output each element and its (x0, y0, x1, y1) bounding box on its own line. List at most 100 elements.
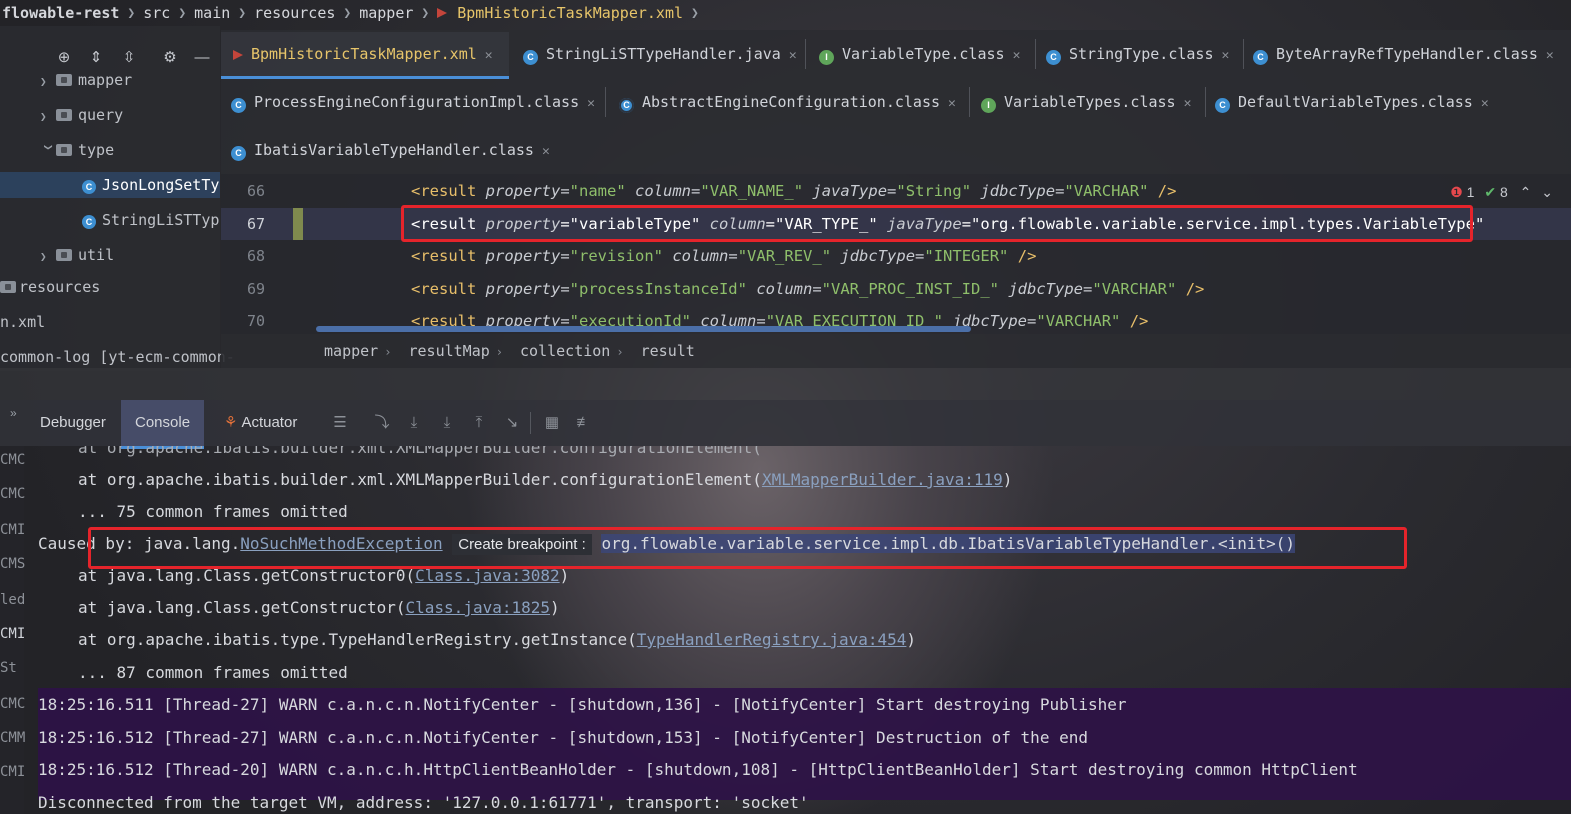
tab-variabletypes[interactable]: I VariableTypes.class ✕ (971, 80, 1191, 124)
evaluate-expression-icon[interactable]: ▦ (542, 413, 562, 433)
breadcrumb-resources[interactable]: resources (252, 4, 337, 22)
actuator-icon: ⚘ (224, 414, 238, 431)
chevron-right-icon[interactable]: ❯ (40, 104, 56, 130)
vcs-change-marker (293, 208, 303, 240)
side-item[interactable]: led (0, 592, 25, 608)
breadcrumb-file[interactable]: BpmHistoricTaskMapper.xml (455, 4, 685, 22)
side-item[interactable]: CMC (0, 452, 25, 468)
side-item[interactable]: CMC (0, 696, 25, 712)
side-item[interactable]: CMI (0, 764, 25, 780)
class-icon: C (523, 50, 538, 65)
tree-item-jsonlongset[interactable]: C JsonLongSetTy (82, 172, 219, 198)
breadcrumb-result-tag[interactable]: result (641, 342, 695, 360)
breadcrumb-collection-tag[interactable]: collection (520, 342, 610, 360)
line-number: 70 (246, 312, 266, 330)
breadcrumb-mapper-tag[interactable]: mapper (324, 342, 378, 360)
collapse-all-icon[interactable]: ⇳ (119, 48, 139, 68)
minimize-icon[interactable]: — (192, 48, 212, 68)
close-icon[interactable]: ✕ (1222, 48, 1230, 63)
close-icon[interactable]: ✕ (485, 48, 493, 63)
tab-console[interactable]: Console (121, 400, 205, 449)
tab-debugger[interactable]: Debugger (26, 400, 120, 446)
tree-item-module[interactable]: common-log [yt-ecm-common- (0, 348, 235, 366)
breadcrumb-main[interactable]: main (192, 4, 232, 22)
tree-item-resources[interactable]: resources (0, 278, 100, 296)
breadcrumb-mapper[interactable]: mapper (357, 4, 415, 22)
tab-stringtype[interactable]: C StringType.class ✕ (1036, 32, 1229, 76)
source-link[interactable]: XMLMapperBuilder.java:119 (762, 470, 1003, 489)
chevron-down-icon[interactable]: ⌄ (1541, 184, 1553, 200)
breadcrumb-src[interactable]: src (141, 4, 172, 22)
line-number: 68 (246, 247, 266, 265)
tree-item-xml[interactable]: n.xml (0, 313, 45, 331)
folder-icon (56, 249, 72, 261)
console-line: ... 75 common frames omitted (78, 502, 348, 521)
show-execution-point-icon[interactable]: ⤵ (372, 413, 392, 433)
tree-item-stringlist[interactable]: C StringLiSTTyp (82, 207, 219, 233)
class-icon: C (1215, 98, 1230, 113)
chevron-up-icon[interactable]: ⌃ (1520, 184, 1532, 200)
tab-stringlisttypehandler[interactable]: C StringLiSTTypeHandler.java ✕ (513, 32, 797, 76)
side-item[interactable]: CMI (0, 626, 25, 642)
tree-item-mapper[interactable]: ❯ mapper (40, 67, 132, 93)
console-line: at org.apache.ibatis.type.TypeHandlerReg… (78, 630, 917, 649)
close-icon[interactable]: ✕ (1184, 96, 1192, 111)
gear-icon[interactable]: ⚙ (160, 48, 180, 68)
source-link[interactable]: TypeHandlerRegistry.java:454 (637, 630, 907, 649)
folder-icon (56, 74, 72, 86)
breadcrumb-project[interactable]: flowable-rest (0, 4, 121, 22)
interface-icon: I (981, 98, 996, 113)
side-item[interactable]: CMC (0, 486, 25, 502)
horizontal-scrollbar[interactable] (316, 326, 971, 332)
source-link[interactable]: Class.java:3082 (415, 566, 560, 585)
step-into-icon[interactable]: ⤓ (437, 413, 457, 433)
source-link[interactable]: Class.java:1825 (406, 598, 551, 617)
chevron-right-icon: › (495, 345, 503, 359)
close-icon[interactable]: ✕ (948, 96, 956, 111)
line-number: 69 (246, 280, 266, 298)
close-icon[interactable]: ✕ (789, 48, 797, 63)
close-icon[interactable]: ✕ (1481, 96, 1489, 111)
step-over-icon[interactable]: ⤓ (404, 413, 424, 433)
editor-breadcrumb: mapper › resultMap › collection › result (221, 334, 1571, 368)
side-item[interactable]: CMS (0, 556, 25, 572)
side-item[interactable]: CMI (0, 522, 25, 538)
tab-bpmhistorictaskmapper[interactable]: BpmHistoricTaskMapper.xml ✕ (221, 32, 509, 79)
menu-icon[interactable]: ☰ (330, 413, 350, 433)
tab-abstractengineconfiguration[interactable]: C AbstractEngineConfiguration.class ✕ (609, 80, 956, 124)
code-line: <result property="processInstanceId" col… (411, 280, 1205, 298)
tab-ibatisvariabletypehandler[interactable]: C IbatisVariableTypeHandler.class ✕ (221, 128, 550, 172)
tab-actuator[interactable]: ⚘ Actuator (208, 400, 311, 446)
tree-item-util[interactable]: ❯ util (40, 242, 114, 268)
class-icon: C (82, 180, 96, 194)
trace-icon[interactable]: ≢ (574, 413, 594, 433)
inspection-widget[interactable]: ❶ 1 ✔ 8 ⌃ ⌄ (1450, 184, 1553, 201)
chevron-right-icon: › (384, 345, 392, 359)
close-icon[interactable]: ✕ (587, 96, 595, 111)
side-item[interactable]: CMM (0, 730, 25, 746)
chevron-right-icon[interactable]: ❯ (40, 244, 56, 270)
expand-all-icon[interactable]: ⇕ (86, 48, 106, 68)
console-warn-line: 18:25:16.511 [Thread-27] WARN c.a.n.c.n.… (38, 695, 1127, 714)
double-chevron-icon[interactable]: » (10, 406, 17, 420)
tab-defaultvariabletypes[interactable]: C DefaultVariableTypes.class ✕ (1205, 80, 1489, 124)
line-number: 67 (246, 215, 266, 233)
debug-toolbar: » Debugger Console ⚘ Actuator ☰ ⤵ ⤓ ⤓ ⤒ ↘… (0, 400, 1571, 449)
code-editor[interactable]: 66 67 68 69 70 <result property="name" c… (221, 174, 1571, 334)
side-item[interactable]: St (0, 660, 17, 676)
locate-icon[interactable]: ⊕ (54, 48, 74, 68)
tab-variabletype[interactable]: I VariableType.class ✕ (809, 32, 1020, 76)
console-output[interactable]: at org.apache.ibatis.builder.xml.XMLMapp… (0, 446, 1571, 814)
breadcrumb-resultmap-tag[interactable]: resultMap (408, 342, 489, 360)
code-line: <result property="name" column="VAR_NAME… (411, 182, 1177, 200)
tree-item-query[interactable]: ❯ query (40, 102, 123, 128)
close-icon[interactable]: ✕ (542, 144, 550, 159)
tree-item-type[interactable]: ❯ type (40, 137, 114, 163)
close-icon[interactable]: ✕ (1546, 48, 1554, 63)
step-out-icon[interactable]: ⤒ (469, 413, 489, 433)
chevron-right-icon[interactable]: ❯ (40, 69, 56, 95)
close-icon[interactable]: ✕ (1013, 48, 1021, 63)
tab-processengineconfigurationimpl[interactable]: C ProcessEngineConfigurationImpl.class ✕ (221, 80, 595, 124)
run-to-cursor-icon[interactable]: ↘ (502, 413, 522, 433)
tab-bytearrayreftypehandler[interactable]: C ByteArrayRefTypeHandler.class ✕ (1243, 32, 1554, 76)
